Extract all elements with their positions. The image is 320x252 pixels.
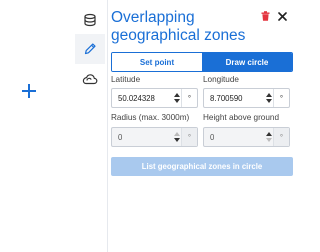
map-canvas[interactable] [0,0,72,252]
longitude-field: ° [203,88,290,108]
mode-toggle: Set point Draw circle [111,52,293,72]
degree-unit: ° [181,89,197,107]
latitude-input[interactable] [112,89,172,107]
layers-button[interactable] [75,5,105,35]
degree-unit: ° [181,128,197,146]
stepper-down-icon[interactable] [265,138,272,142]
radius-field: ° [111,127,198,147]
draw-circle-button[interactable]: Draw circle [202,53,292,71]
radius-label: Radius (max. 3000m) [111,113,190,122]
stepper-down-icon[interactable] [265,99,272,103]
longitude-stepper[interactable] [264,89,273,107]
latitude-label: Latitude [111,75,141,84]
longitude-label: Longitude [203,75,239,84]
height-label: Height above ground [203,113,280,122]
panel-title: Overlapping geographical zones [111,9,246,44]
degree-unit: ° [273,128,289,146]
stepper-up-icon[interactable] [173,132,180,136]
list-zones-button[interactable]: List geographical zones in circle [111,157,293,176]
radius-stepper[interactable] [172,128,181,146]
height-input[interactable] [204,128,264,146]
stepper-down-icon[interactable] [173,99,180,103]
pencil-icon [84,43,96,55]
stepper-up-icon[interactable] [265,93,272,97]
set-point-button[interactable]: Set point [112,53,202,71]
radius-input[interactable] [112,128,172,146]
panel-actions [261,11,287,21]
height-field: ° [203,127,290,147]
weather-button[interactable] [75,64,105,94]
layers-icon [84,13,96,27]
tool-sidebar [72,0,108,252]
draw-button[interactable] [75,34,105,64]
trash-icon[interactable] [261,11,270,21]
stepper-down-icon[interactable] [173,138,180,142]
crosshair-icon [22,84,36,98]
height-stepper[interactable] [264,128,273,146]
degree-unit: ° [273,89,289,107]
longitude-input[interactable] [204,89,264,107]
latitude-stepper[interactable] [172,89,181,107]
stepper-up-icon[interactable] [173,93,180,97]
latitude-field: ° [111,88,198,108]
close-icon[interactable] [278,11,287,21]
stepper-up-icon[interactable] [265,132,272,136]
zones-panel: Overlapping geographical zones Set point… [108,0,295,252]
cloud-icon [82,74,98,85]
